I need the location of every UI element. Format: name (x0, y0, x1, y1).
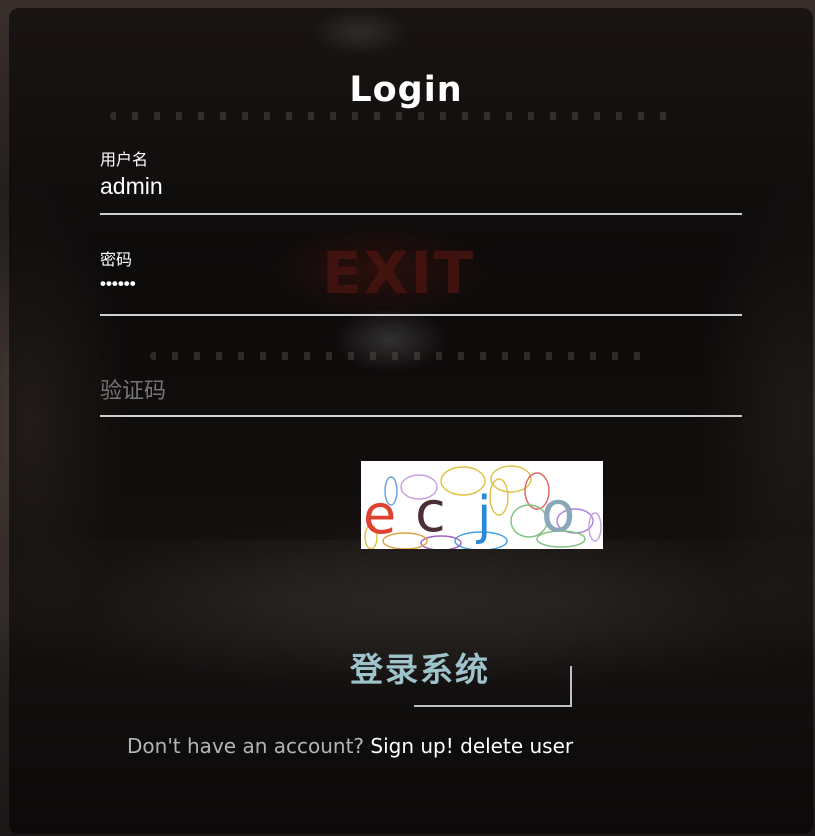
delete-user-link[interactable]: delete user (460, 734, 573, 758)
username-input[interactable] (100, 172, 742, 200)
submit-border-bottom (414, 705, 572, 707)
username-field: 用户名 (100, 146, 742, 218)
signup-prompt: Don't have an account? (127, 734, 365, 758)
captcha-char-3: j (476, 486, 491, 546)
captcha-input[interactable] (100, 376, 742, 406)
captcha-noise: e c j o (363, 465, 602, 551)
login-card (9, 8, 813, 834)
password-input[interactable]: •••••• (100, 274, 742, 302)
password-field: 密码 •••••• (100, 246, 742, 318)
captcha-underline (100, 415, 742, 417)
captcha-char-1: e (363, 483, 396, 546)
captcha-field (100, 372, 742, 420)
password-label: 密码 (100, 250, 133, 269)
captcha-image[interactable]: e c j o (361, 461, 603, 551)
captcha-char-2: c (415, 480, 446, 545)
login-title: Login (349, 70, 463, 110)
signup-footer: Don't have an account? Sign up! delete u… (127, 734, 573, 758)
captcha-char-4: o (541, 480, 575, 545)
submit-border-right (570, 666, 572, 706)
login-submit-button[interactable]: 登录系统 (298, 642, 542, 702)
signup-link[interactable]: Sign up! (370, 734, 453, 758)
login-page: EXIT Login 用户名 密码 •••••• (0, 0, 815, 836)
password-underline (100, 314, 742, 316)
username-label: 用户名 (100, 150, 149, 169)
username-underline (100, 213, 742, 215)
